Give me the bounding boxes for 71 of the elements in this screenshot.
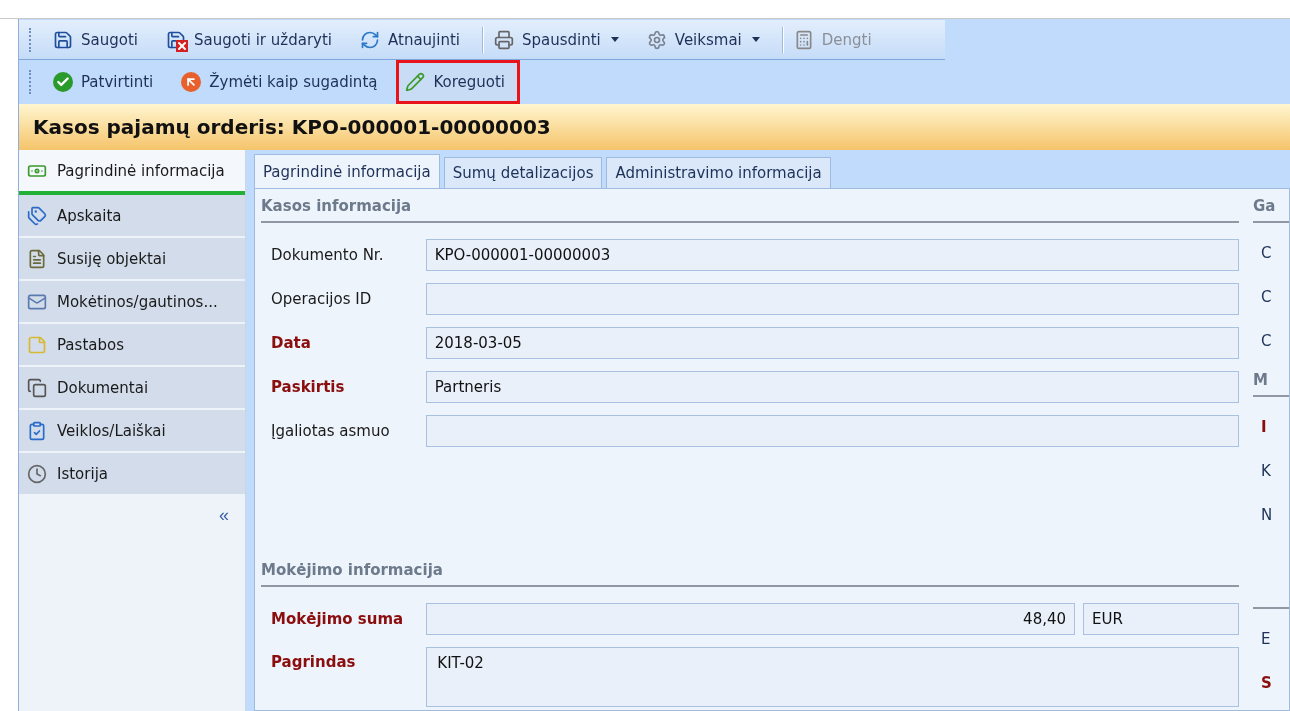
tab[interactable]: Sumų detalizacijos <box>443 157 603 188</box>
field-label: N <box>1260 505 1274 526</box>
section-heading: M <box>1253 363 1289 397</box>
section-heading: Kasos informacija <box>261 189 1239 223</box>
toolbar-button[interactable]: Koreguoti <box>396 60 521 104</box>
sidebar-item-label: Veiklos/Laiškai <box>57 421 166 440</box>
field-label: S <box>1260 673 1273 694</box>
caret-icon <box>751 37 760 42</box>
toolbar-button[interactable]: Patvirtinti <box>44 66 169 98</box>
sidebar-item[interactable]: Pastabos <box>19 324 245 367</box>
printer-icon <box>494 29 514 50</box>
field-label: I <box>1260 417 1268 438</box>
pencil-icon <box>405 72 426 92</box>
field-label: Pagrindas <box>271 652 357 671</box>
text-area[interactable]: KIT-02 <box>426 647 1239 707</box>
tab[interactable]: Pagrindinė informacija <box>254 154 440 188</box>
sidebar-item[interactable]: Dokumentai <box>19 367 245 410</box>
sidebar-item-label: Apskaita <box>57 206 122 225</box>
section-heading: Mokėjimo informacija <box>261 553 1239 587</box>
input-field[interactable] <box>425 415 1239 447</box>
sidebar-item-label: Mokėtinos/gautinos... <box>57 292 218 311</box>
documents-icon <box>27 377 47 398</box>
arrow-circle-icon <box>181 72 202 92</box>
field-label: Mokėjimo suma <box>271 610 405 628</box>
sidebar-item-label: Pastabos <box>57 335 124 354</box>
sidebar-item[interactable]: Apskaita <box>19 195 245 238</box>
toolbar-button[interactable]: Žymėti kaip sugadintą <box>172 66 393 98</box>
currency-field[interactable]: EUR <box>1083 603 1239 635</box>
sidebar-item[interactable]: Istorija <box>19 453 245 496</box>
field-label: Dokumento Nr. <box>271 246 385 264</box>
section-heading: Ga <box>1253 189 1289 223</box>
sidebar-item[interactable]: Veiklos/Laiškai <box>19 410 245 453</box>
field-label: C <box>1260 287 1273 308</box>
sidebar-item[interactable]: Pagrindinė informacija <box>19 150 245 195</box>
sidebar-item-label: Istorija <box>57 464 108 483</box>
field-label: Įgaliotas asmuo <box>271 422 391 440</box>
sidebar-item-label: Dokumentai <box>57 378 149 397</box>
sidebar-item-label: Pagrindinė informacija <box>57 161 225 180</box>
input-field[interactable]: Partneris <box>425 371 1239 403</box>
check-circle-icon <box>53 72 73 92</box>
field-label: Paskirtis <box>271 378 346 396</box>
caret-icon <box>610 37 619 42</box>
input-field[interactable] <box>425 283 1239 315</box>
field-label: Data <box>271 334 312 352</box>
refresh-icon <box>360 29 380 50</box>
field-label: Operacijos ID <box>271 290 373 308</box>
toolbar-button[interactable]: Saugoti ir uždaryti <box>156 23 347 56</box>
clock-icon <box>27 463 47 484</box>
amount-field[interactable]: 48,40 <box>425 603 1076 635</box>
input-field[interactable]: KPO-000001-00000003 <box>425 239 1239 271</box>
document-icon <box>27 248 47 269</box>
note-icon <box>27 334 47 355</box>
toolbar-button[interactable]: Saugoti <box>44 23 153 56</box>
tab[interactable]: Administravimo informacija <box>606 157 831 188</box>
toolbar-button[interactable]: Spausdinti <box>479 23 634 56</box>
document-title: Kasos pajamų orderis: KPO-000001-00000003 <box>19 104 1290 150</box>
settings-icon <box>646 29 667 50</box>
tags-icon <box>27 205 47 226</box>
field-label: E <box>1260 629 1272 650</box>
field-label: C <box>1260 331 1273 352</box>
field-label: K <box>1260 461 1272 482</box>
sidebar-item[interactable]: Susiję objektai <box>19 238 245 281</box>
toolbar-button[interactable]: Atnaujinti <box>351 23 475 56</box>
sidebar-item-label: Susiję objektai <box>57 249 167 268</box>
clipboard-icon <box>27 420 47 441</box>
sidebar-item[interactable]: Mokėtinos/gautinos... <box>19 281 245 324</box>
floppy-disk-close-icon <box>165 29 186 50</box>
field-label: C <box>1260 243 1273 264</box>
input-field[interactable]: 2018-03-05 <box>425 327 1239 359</box>
collapse-button[interactable]: « <box>213 504 235 527</box>
toolbar-button[interactable]: Veiksmai <box>637 23 775 56</box>
